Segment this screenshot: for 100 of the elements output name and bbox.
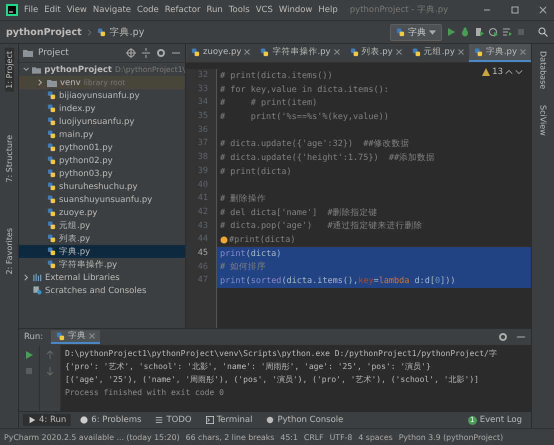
stop-icon bbox=[516, 27, 526, 37]
collapse-all-icon[interactable] bbox=[141, 48, 151, 58]
python-file-icon bbox=[350, 48, 359, 56]
python-file-icon bbox=[47, 234, 56, 243]
maximize-icon[interactable] bbox=[510, 5, 520, 15]
chevron-up-icon[interactable] bbox=[505, 68, 513, 76]
settings-icon[interactable] bbox=[498, 332, 508, 342]
tree-item[interactable]: python02.py bbox=[19, 154, 185, 167]
close-icon[interactable] bbox=[538, 5, 548, 15]
tree-item-label: 字典.py bbox=[59, 246, 90, 258]
python-file-icon bbox=[47, 208, 56, 217]
menu-item[interactable]: Edit bbox=[44, 5, 61, 15]
python-file-icon bbox=[47, 104, 56, 113]
code-line: # print(dicta) bbox=[220, 166, 292, 177]
close-icon[interactable] bbox=[334, 49, 340, 55]
menu-item[interactable]: Run bbox=[206, 5, 223, 15]
menu-item[interactable]: Window bbox=[278, 5, 312, 15]
terminal-icon bbox=[206, 416, 214, 424]
list-icon[interactable] bbox=[502, 27, 512, 37]
tree-item[interactable]: External Libraries bbox=[19, 271, 185, 284]
warning-icon[interactable] bbox=[482, 68, 490, 76]
panel-title[interactable]: Project bbox=[38, 48, 69, 58]
tool-window-button[interactable]: 7: Structure bbox=[4, 132, 14, 186]
menu-item[interactable]: Help bbox=[318, 5, 338, 15]
tree-item[interactable]: 元组.py bbox=[19, 219, 185, 232]
menu-item[interactable]: Navigate bbox=[92, 5, 132, 15]
profile-icon[interactable] bbox=[488, 27, 498, 37]
python-file-icon bbox=[56, 332, 66, 340]
menu-item[interactable]: Code bbox=[137, 5, 159, 15]
tree-item[interactable]: zuoye.py bbox=[19, 206, 185, 219]
code-line: # 删除操作 bbox=[220, 193, 266, 206]
editor-tab[interactable]: 列表.py bbox=[344, 44, 407, 62]
rerun-icon[interactable] bbox=[24, 350, 34, 360]
close-icon[interactable] bbox=[396, 49, 402, 55]
arrow-down-icon bbox=[45, 366, 55, 376]
tree-item[interactable]: index.py bbox=[19, 102, 185, 115]
tree-item[interactable]: main.py bbox=[19, 128, 185, 141]
menu-item[interactable]: VCS bbox=[256, 5, 273, 15]
debug-bug-icon[interactable] bbox=[460, 27, 470, 37]
editor-tab[interactable]: 字符串操作.py bbox=[255, 44, 345, 62]
code-line: # 如何排序 bbox=[220, 261, 266, 274]
tool-window-tab[interactable]: 6: Problems bbox=[75, 414, 146, 426]
tool-window-tab[interactable]: 4: Run bbox=[23, 414, 72, 426]
tree-item[interactable]: python03.py bbox=[19, 167, 185, 180]
run-tab[interactable]: 字典 bbox=[51, 330, 100, 344]
line-number: 45 bbox=[196, 246, 209, 260]
python-file-icon bbox=[47, 91, 56, 100]
editor-tab[interactable]: 元组.py bbox=[406, 44, 469, 62]
tool-window-tab[interactable]: Terminal bbox=[200, 414, 258, 426]
tool-window-button[interactable]: 2: Favorites bbox=[4, 225, 14, 278]
library-icon bbox=[33, 273, 42, 282]
settings-icon[interactable] bbox=[156, 48, 166, 58]
run-icon bbox=[28, 416, 36, 424]
code-line: # for key,value in dicta.items(): bbox=[220, 84, 389, 95]
close-icon[interactable] bbox=[458, 49, 464, 55]
tree-item[interactable]: 字符串操作.py bbox=[19, 258, 185, 271]
tree-item-label: pythonProject bbox=[44, 64, 112, 74]
tool-window-tab[interactable]: Python Console bbox=[261, 414, 348, 426]
tree-item-label: zuoye.py bbox=[59, 208, 98, 218]
tool-window-button[interactable]: Database bbox=[538, 48, 548, 92]
caret-icon bbox=[429, 30, 436, 34]
tree-item[interactable]: bijiaoyunsuanfu.py bbox=[19, 89, 185, 102]
tree-item[interactable]: suanshuyunsuanfu.py bbox=[19, 193, 185, 206]
tool-window-button[interactable]: 1: Project bbox=[4, 48, 14, 92]
arrow-up-icon bbox=[45, 350, 55, 360]
menu-item[interactable]: File bbox=[24, 5, 38, 15]
tree-item-label: 字符串操作.py bbox=[59, 258, 118, 270]
editor-tab[interactable]: 字典.py bbox=[468, 44, 531, 62]
menu-item[interactable]: Tools bbox=[228, 5, 250, 15]
tree-item[interactable]: shuruheshuchu.py bbox=[19, 180, 185, 193]
close-icon[interactable] bbox=[244, 49, 250, 55]
locate-icon[interactable] bbox=[126, 48, 136, 58]
chevron-down-icon[interactable] bbox=[515, 68, 523, 76]
tree-item-label: venv bbox=[60, 78, 81, 88]
tool-window-button[interactable]: SciView bbox=[538, 102, 548, 139]
code-line: print(dicta) bbox=[220, 248, 282, 259]
breadcrumb[interactable]: pythonProject bbox=[6, 26, 82, 38]
run-config-dropdown[interactable]: 字典 bbox=[390, 24, 442, 40]
python-file-icon bbox=[47, 247, 56, 256]
tree-item[interactable]: 字典.py bbox=[19, 245, 185, 258]
tree-item[interactable]: python01.py bbox=[19, 141, 185, 154]
warning-count[interactable]: 13 bbox=[492, 67, 503, 77]
console-line: {'pro': '艺术', 'school': '北影', 'name': '周雨彤', 'age': '25', 'pos': '演员'} bbox=[65, 361, 432, 373]
editor-tab[interactable]: zuoye.py bbox=[186, 44, 256, 62]
python-file-icon bbox=[47, 182, 56, 191]
run-icon[interactable] bbox=[446, 27, 456, 37]
menu-item[interactable]: Refactor bbox=[164, 5, 200, 15]
menu-item[interactable]: View bbox=[66, 5, 87, 15]
tool-window-tab[interactable]: TODO bbox=[150, 414, 197, 426]
code-line: # dicta.pop('age') #通过指定键来进行删除 bbox=[220, 220, 423, 232]
search-icon[interactable] bbox=[538, 27, 548, 37]
tree-item[interactable]: Scratches and Consoles bbox=[19, 284, 185, 297]
tree-item[interactable]: luojiyunsuanfu.py bbox=[19, 115, 185, 128]
tree-item-label: python03.py bbox=[59, 168, 113, 178]
coverage-icon[interactable] bbox=[474, 27, 484, 37]
tree-item[interactable]: 列表.py bbox=[19, 232, 185, 245]
breadcrumb[interactable]: 字典.py bbox=[110, 26, 144, 38]
python-file-icon bbox=[260, 48, 270, 56]
lightbulb-icon[interactable] bbox=[220, 236, 228, 244]
code-line: #print(dicta) bbox=[229, 235, 296, 246]
